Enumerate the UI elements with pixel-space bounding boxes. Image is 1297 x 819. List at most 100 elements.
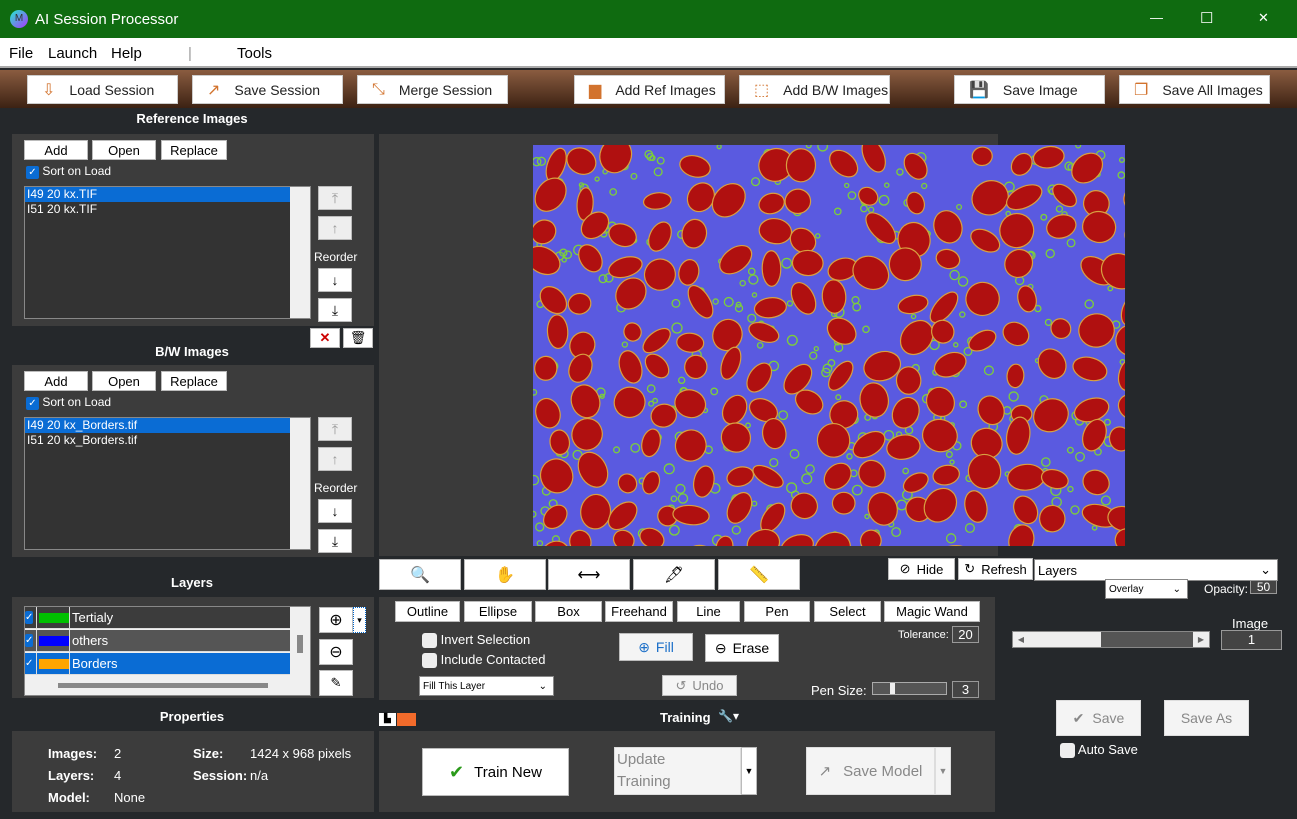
invert-selection-checkbox[interactable]: Invert Selection: [422, 632, 530, 649]
fill-mode-select[interactable]: Fill This Layer ⌄: [419, 676, 554, 696]
color-swatch[interactable]: [397, 713, 416, 726]
ref-file-list[interactable]: I49 20 kx.TIF I51 20 kx.TIF: [24, 186, 311, 319]
bw-replace-button[interactable]: Replace: [161, 371, 227, 391]
ref-move-down-button[interactable]: ↓: [318, 268, 352, 292]
layer-color-swatch[interactable]: [39, 612, 69, 623]
ref-replace-button[interactable]: Replace: [161, 140, 227, 160]
erase-button[interactable]: ⊖ Erase: [705, 634, 779, 662]
segmented-image[interactable]: [533, 145, 1125, 546]
vertical-scrollbar[interactable]: [297, 635, 303, 653]
bw-move-bottom-button[interactable]: ⤓: [318, 529, 352, 553]
add-layer-button[interactable]: ⊕: [319, 607, 353, 633]
menu-tools[interactable]: Tools: [237, 45, 272, 62]
refresh-button[interactable]: ↻ Refresh: [958, 558, 1033, 580]
ref-add-button[interactable]: Add: [24, 140, 88, 160]
train-new-button[interactable]: ✔ Train New: [422, 748, 569, 796]
image-number-input[interactable]: 1: [1221, 630, 1282, 650]
visibility-checkbox[interactable]: ✓: [25, 611, 33, 624]
wrench-icon[interactable]: 🔧▾: [718, 709, 739, 723]
close-button[interactable]: ✕: [1258, 10, 1269, 26]
list-item[interactable]: I51 20 kx_Borders.tif: [25, 433, 290, 448]
layer-color-swatch[interactable]: [39, 658, 69, 669]
scrollbar[interactable]: [290, 418, 310, 549]
update-training-button[interactable]: Update Training: [614, 747, 741, 795]
pen-size-slider[interactable]: [872, 682, 947, 695]
add-ref-imagesbutton[interactable]: ▆ Add Ref Images: [574, 75, 725, 104]
include-contacted-checkbox[interactable]: Include Contacted: [422, 652, 545, 669]
measure-tool-button[interactable]: ⟷: [548, 559, 630, 590]
auto-save-checkbox[interactable]: Auto Save: [1060, 742, 1138, 759]
list-item[interactable]: I51 20 kx.TIF: [25, 202, 290, 217]
bw-sort-checkbox[interactable]: ✓ Sort on Load: [26, 395, 111, 410]
ref-move-top-button[interactable]: ⤒: [318, 186, 352, 210]
hide-button[interactable]: ⊘ Hide: [888, 558, 955, 580]
layer-color-swatch[interactable]: [39, 635, 69, 646]
layer-row[interactable]: ✓ others: [25, 629, 290, 652]
trash-icon[interactable]: 🗑: [343, 328, 373, 348]
tolerance-input[interactable]: 20: [952, 626, 979, 643]
tool-outline[interactable]: Outline: [395, 601, 460, 622]
update-training-dropdown[interactable]: ▼: [741, 747, 757, 795]
tool-box[interactable]: Box: [535, 601, 602, 622]
pen-size-input[interactable]: 3: [952, 681, 979, 698]
tool-magic-wand[interactable]: Magic Wand: [884, 601, 980, 622]
add-b-w-imagesbutton[interactable]: ⬚ Add B/W Images: [739, 75, 890, 104]
ref-open-button[interactable]: Open: [92, 140, 156, 160]
bw-add-button[interactable]: Add: [24, 371, 88, 391]
bw-open-button[interactable]: Open: [92, 371, 156, 391]
save-model-dropdown[interactable]: ▼: [935, 747, 951, 795]
zoom-tool-button[interactable]: 🔍: [379, 559, 461, 590]
opacity-input[interactable]: 50: [1250, 580, 1277, 594]
layers-list[interactable]: ✓ Tertialy ✓ others ✓ Borders: [24, 606, 311, 696]
ruler-tool-button[interactable]: 📏: [718, 559, 800, 590]
ref-move-bottom-button[interactable]: ⤓: [318, 298, 352, 322]
save-imagebutton[interactable]: 💾 Save Image: [954, 75, 1105, 104]
image-slider[interactable]: ◀ ▶: [1012, 631, 1210, 648]
bw-move-up-button[interactable]: ↑: [318, 447, 352, 471]
edit-layer-button[interactable]: ✎: [319, 670, 353, 696]
save-model-button[interactable]: ↗ Save Model: [806, 747, 935, 795]
tool-freehand[interactable]: Freehand: [605, 601, 673, 622]
remove-layer-button[interactable]: ⊖: [319, 639, 353, 665]
save-as-button[interactable]: Save As: [1164, 700, 1249, 736]
tool-pen[interactable]: Pen: [744, 601, 810, 622]
undo-button[interactable]: ↺ Undo: [662, 675, 737, 696]
menu-file[interactable]: File: [9, 45, 33, 62]
layer-dropdown-button[interactable]: ▾: [353, 607, 366, 633]
tool-select[interactable]: Select: [814, 601, 881, 622]
scrollbar[interactable]: [290, 187, 310, 318]
visibility-checkbox[interactable]: ✓: [25, 634, 33, 647]
tool-ellipse[interactable]: Ellipse: [464, 601, 532, 622]
bw-move-down-button[interactable]: ↓: [318, 499, 352, 523]
ref-sort-checkbox[interactable]: ✓ Sort on Load: [26, 164, 111, 179]
blend-mode-select[interactable]: Overlay ⌄: [1105, 579, 1188, 599]
eyedropper-tool-button[interactable]: 🖋: [633, 559, 715, 590]
layer-row[interactable]: ✓ Tertialy: [25, 606, 290, 629]
tool-line[interactable]: Line: [677, 601, 740, 622]
merge-sessionbutton[interactable]: ⤡ Merge Session: [357, 75, 508, 104]
load-sessionbutton[interactable]: ⇩ Load Session: [27, 75, 178, 104]
list-item[interactable]: I49 20 kx.TIF: [25, 187, 290, 202]
minimize-button[interactable]: —: [1150, 10, 1163, 25]
slider-thumb[interactable]: [1029, 632, 1101, 647]
bw-file-list[interactable]: I49 20 kx_Borders.tif I51 20 kx_Borders.t…: [24, 417, 311, 550]
pan-hand-tool-button[interactable]: ✋: [464, 559, 546, 590]
chart-icon[interactable]: ▙: [379, 713, 396, 726]
save-sessionbutton[interactable]: ↗ Save Session: [192, 75, 343, 104]
save-button[interactable]: ✔ Save: [1056, 700, 1141, 736]
menu-help[interactable]: Help: [111, 45, 142, 62]
visibility-checkbox[interactable]: ✓: [25, 657, 33, 670]
slider-left-arrow[interactable]: ◀: [1013, 632, 1029, 647]
slider-right-arrow[interactable]: ▶: [1193, 632, 1209, 647]
delete-image-button[interactable]: ✕: [310, 328, 340, 348]
layer-view-select[interactable]: Layers ⌄: [1034, 559, 1278, 581]
bw-move-top-button[interactable]: ⤒: [318, 417, 352, 441]
list-item[interactable]: I49 20 kx_Borders.tif: [25, 418, 290, 433]
layer-row[interactable]: ✓ Borders: [25, 652, 290, 675]
ref-move-up-button[interactable]: ↑: [318, 216, 352, 240]
horizontal-scrollbar[interactable]: [58, 683, 268, 688]
fill-button[interactable]: ⊕ Fill: [619, 633, 693, 661]
menu-launch[interactable]: Launch: [48, 45, 97, 62]
save-all-imagesbutton[interactable]: ❐ Save All Images: [1119, 75, 1270, 104]
maximize-button[interactable]: ☐: [1200, 9, 1213, 27]
